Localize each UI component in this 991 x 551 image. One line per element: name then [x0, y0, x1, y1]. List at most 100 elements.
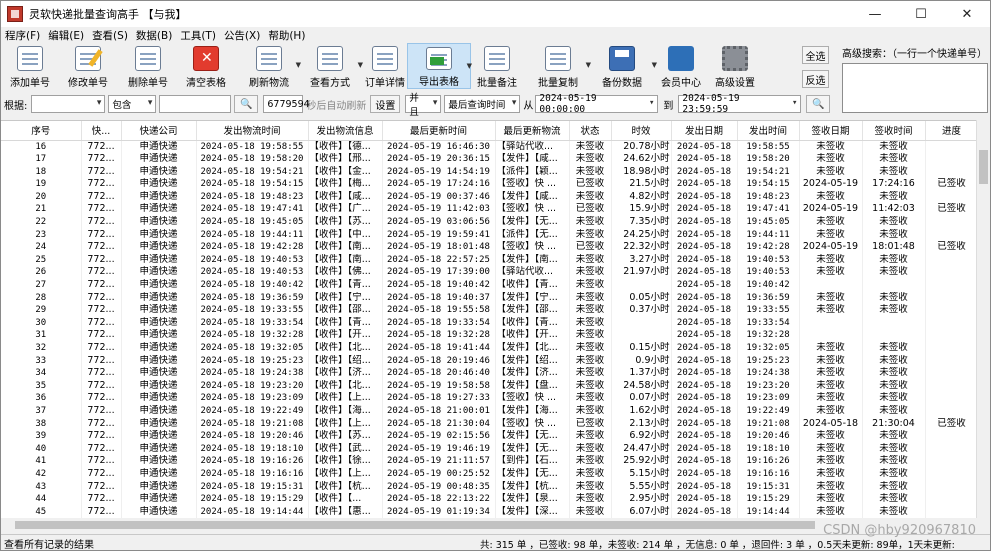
- table-row[interactable]: 25 772... 申通快递 2024-05-18 19:40:53 【收件】【南...…: [1, 253, 979, 267]
- filter-field-select[interactable]: [31, 95, 106, 113]
- select-all-button[interactable]: 全选: [802, 46, 829, 64]
- table-row[interactable]: 36 772... 申通快递 2024-05-18 19:23:09 【收件】【上...…: [1, 392, 979, 405]
- toolbar-button[interactable]: 订单详情: [363, 43, 407, 89]
- table-row[interactable]: 19 772... 申通快递 2024-05-18 19:54:15 【收件】【梅...…: [1, 178, 979, 191]
- table-cell: 772...: [81, 430, 122, 443]
- column-header[interactable]: 进度: [925, 121, 979, 141]
- toolbar-button[interactable]: 会员中心: [655, 43, 707, 89]
- table-cell: 【签收】快 ...: [495, 203, 570, 217]
- table-row[interactable]: 24 772... 申通快递 2024-05-18 19:42:28 【收件】【南...…: [1, 241, 979, 254]
- table-row[interactable]: 41 772... 申通快递 2024-05-18 19:16:26 【收件】【徐...…: [1, 455, 979, 468]
- toolbar-button[interactable]: 导出表格 ▼: [407, 43, 472, 89]
- table-row[interactable]: 17 772... 申通快递 2024-05-18 19:58:20 【收件】【邢...…: [1, 153, 979, 166]
- table-row[interactable]: 34 772... 申通快递 2024-05-18 19:24:38 【收件】【济...…: [1, 367, 979, 380]
- table-cell: 【收件】【开...: [495, 329, 570, 342]
- maximize-icon[interactable]: ☐: [898, 1, 944, 27]
- vertical-scroll-thumb[interactable]: [979, 150, 988, 184]
- toolbar-button[interactable]: 高级设置: [707, 43, 763, 89]
- table-row[interactable]: 22 772... 申通快递 2024-05-18 19:45:05 【收件】【苏...…: [1, 216, 979, 229]
- table-row[interactable]: 18 772... 申通快递 2024-05-18 19:54:21 【收件】【金...…: [1, 165, 979, 179]
- menu-item[interactable]: 帮助(H): [264, 28, 309, 43]
- results-table[interactable]: 序号 快... 快递公司 发出物流时间 发出物流信息 最后更新时间 最后更新物流 状态 时效 发出…: [1, 120, 990, 518]
- column-header[interactable]: 快递公司: [121, 121, 197, 141]
- toolbar-button[interactable]: 添加单号: [1, 43, 59, 89]
- column-header[interactable]: 发出时间: [737, 121, 800, 141]
- to-date-picker[interactable]: 2024-05-19 23:59:59: [678, 93, 802, 115]
- toolbar-button[interactable]: 清空表格: [177, 43, 235, 89]
- column-header[interactable]: 状态: [569, 121, 612, 141]
- column-header[interactable]: 签收时间: [862, 121, 926, 141]
- table-row[interactable]: 28 772... 申通快递 2024-05-18 19:36:59 【收件】【宁...…: [1, 291, 979, 305]
- table-cell: 772...: [81, 392, 122, 405]
- from-date-picker[interactable]: 2024-05-19 00:00:00: [535, 93, 659, 115]
- table-row[interactable]: 40 772... 申通快递 2024-05-18 19:18:10 【收件】【武...…: [1, 442, 979, 456]
- table-row[interactable]: 37 772... 申通快递 2024-05-18 19:22:49 【收件】【海...…: [1, 404, 979, 418]
- table-row[interactable]: 21 772... 申通快递 2024-05-18 19:47:41 【收件】【广...…: [1, 203, 979, 217]
- menu-item[interactable]: 公告(X): [220, 28, 264, 43]
- advanced-search-label: 高级搜索：（一行一个快递单号）: [842, 49, 987, 60]
- advanced-search-textarea[interactable]: [842, 63, 988, 113]
- table-cell: 未签收: [799, 216, 863, 229]
- table-row[interactable]: 45 772... 申通快递 2024-05-18 19:14:44 【收件】【惠...…: [1, 505, 979, 518]
- toolbar-button[interactable]: 备份数据 ▼: [589, 43, 657, 89]
- column-header[interactable]: 签收日期: [799, 121, 863, 141]
- toolbar-button[interactable]: 批量复制 ▼: [527, 43, 591, 89]
- column-header[interactable]: 发出日期: [671, 121, 738, 141]
- toolbar-button[interactable]: 查看方式 ▼: [299, 43, 363, 89]
- date-search-button[interactable]: 🔍: [806, 95, 831, 113]
- menu-item[interactable]: 数据(B): [132, 28, 176, 43]
- toolbar-button[interactable]: 修改单号: [59, 43, 117, 89]
- close-icon[interactable]: ✕: [944, 1, 990, 27]
- horizontal-scroll-thumb[interactable]: [15, 521, 815, 529]
- table-cell: 2024-05-19 00:25:52: [382, 467, 496, 481]
- menu-item[interactable]: 查看(S): [88, 28, 132, 43]
- minimize-icon[interactable]: —: [852, 1, 898, 27]
- column-header[interactable]: 最后更新时间: [382, 121, 496, 141]
- table-row[interactable]: 42 772... 申通快递 2024-05-18 19:16:16 【收件】【上...…: [1, 467, 979, 481]
- vertical-scrollbar[interactable]: [976, 120, 990, 518]
- table-row[interactable]: 23 772... 申通快递 2024-05-18 19:44:11 【收件】【中...…: [1, 228, 979, 242]
- auto-refresh-label: 秒后自动刷新: [306, 100, 367, 112]
- table-row[interactable]: 32 772... 申通快递 2024-05-18 19:32:05 【收件】【北...…: [1, 342, 979, 355]
- table-cell: 772...: [81, 228, 122, 242]
- logic-select[interactable]: 并且: [405, 93, 442, 118]
- refresh-seconds-input[interactable]: 6779594: [263, 95, 310, 113]
- toolbar-button[interactable]: 刷新物流 ▼: [239, 43, 301, 89]
- table-row[interactable]: 30 772... 申通快递 2024-05-18 19:33:54 【收件】【青...…: [1, 316, 979, 330]
- settings-button[interactable]: 设置: [370, 95, 401, 113]
- column-header[interactable]: 快...: [81, 121, 122, 141]
- table-row[interactable]: 35 772... 申通快递 2024-05-18 19:23:20 【收件】【北...…: [1, 379, 979, 393]
- table-row[interactable]: 29 772... 申通快递 2024-05-18 19:33:55 【收件】【邵...…: [1, 304, 979, 317]
- table-row[interactable]: 16 772... 申通快递 2024-05-18 19:58:55 【收件】【德...…: [1, 140, 979, 154]
- table-row[interactable]: 20 772... 申通快递 2024-05-18 19:48:23 【收件】【咸...…: [1, 190, 979, 204]
- table-cell: 未签收: [862, 493, 926, 506]
- table-row[interactable]: 44 772... 申通快递 2024-05-18 19:15:29 【收件】【... 2…: [1, 493, 979, 506]
- invert-selection-button[interactable]: 反选: [802, 70, 829, 88]
- table-row[interactable]: 27 772... 申通快递 2024-05-18 19:40:42 【收件】【青...…: [1, 279, 979, 292]
- column-header[interactable]: 时效: [611, 121, 672, 141]
- filter-operator-select[interactable]: 包含: [108, 95, 157, 113]
- table-row[interactable]: 26 772... 申通快递 2024-05-18 19:40:53 【收件】【佛...…: [1, 266, 979, 280]
- menu-item[interactable]: 工具(T): [176, 28, 220, 43]
- column-header[interactable]: 序号: [1, 121, 82, 141]
- filter-value-input[interactable]: [159, 95, 232, 113]
- column-header[interactable]: 最后更新物流: [495, 121, 570, 141]
- table-cell: 2024-05-19 11:42:03: [382, 203, 496, 217]
- table-row[interactable]: 31 772... 申通快递 2024-05-18 19:32:28 【收件】【开...…: [1, 329, 979, 342]
- column-header[interactable]: 发出物流时间: [196, 121, 309, 141]
- table-row[interactable]: 39 772... 申通快递 2024-05-18 19:20:46 【收件】【苏...…: [1, 430, 979, 443]
- filter-search-button[interactable]: 🔍: [234, 95, 259, 113]
- menu-item[interactable]: 编辑(E): [44, 28, 88, 43]
- table-row[interactable]: 43 772... 申通快递 2024-05-18 19:15:31 【收件】【杭...…: [1, 480, 979, 494]
- table-cell: 已签收: [925, 203, 979, 217]
- column-header[interactable]: 发出物流信息: [308, 121, 383, 141]
- table-row[interactable]: 33 772... 申通快递 2024-05-18 19:25:23 【收件】【绍...…: [1, 354, 979, 368]
- time-field-select[interactable]: 最后查询时间: [444, 95, 521, 113]
- toolbar-button[interactable]: 删除单号: [119, 43, 177, 89]
- toolbar-button[interactable]: 批量备注: [471, 43, 523, 89]
- menu-item[interactable]: 程序(F): [1, 28, 44, 43]
- table-row[interactable]: 38 772... 申通快递 2024-05-18 19:21:08 【收件】【上...…: [1, 417, 979, 431]
- table-cell: 申通快递: [121, 279, 197, 292]
- toolbar-button-label: 修改单号: [68, 78, 108, 89]
- table-cell: 0.15小时: [611, 342, 672, 355]
